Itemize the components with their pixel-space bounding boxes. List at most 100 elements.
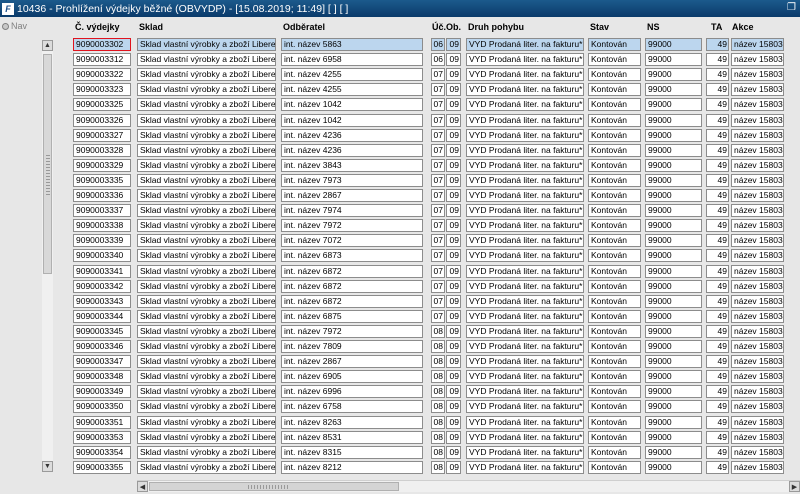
cell-ta[interactable]: 49 [706, 294, 729, 308]
cell-uc[interactable]: 07 [431, 128, 445, 142]
cell-ta[interactable]: 49 [706, 128, 729, 142]
cell-vydejka[interactable]: 9090003329 [73, 158, 131, 172]
cell-druh[interactable]: VYD Prodaná liter. na fakturu* [466, 415, 584, 429]
cell-vydejka[interactable]: 9090003349 [73, 385, 131, 399]
cell-ta[interactable]: 49 [706, 279, 729, 293]
cell-ob[interactable]: 09 [446, 83, 461, 97]
cell-ob[interactable]: 09 [446, 340, 461, 353]
cell-sklad[interactable]: Sklad vlastní výrobky a zboží Liberec [137, 324, 276, 338]
cell-ns[interactable]: 99000 [645, 83, 702, 97]
cell-sklad[interactable]: Sklad vlastní výrobky a zboží Liberec [137, 219, 276, 233]
cell-stav[interactable]: Kontován [588, 340, 641, 353]
cell-odberatel[interactable]: int. název 4255 [281, 83, 423, 97]
cell-uc[interactable]: 07 [431, 113, 445, 127]
table-row[interactable]: 9090003340 Sklad vlastní výrobky a zboží … [0, 249, 800, 263]
cell-ob[interactable]: 09 [446, 143, 461, 157]
table-row[interactable]: 9090003346 Sklad vlastní výrobky a zboží … [0, 340, 800, 353]
cell-ns[interactable]: 99000 [645, 355, 702, 369]
cell-akce[interactable]: název 15803 [731, 309, 784, 323]
cell-stav[interactable]: Kontován [588, 83, 641, 97]
cell-sklad[interactable]: Sklad vlastní výrobky a zboží Liberec [137, 98, 276, 112]
cell-druh[interactable]: VYD Prodaná liter. na fakturu* [466, 355, 584, 369]
cell-ns[interactable]: 99000 [645, 173, 702, 187]
cell-ob[interactable]: 09 [446, 68, 461, 82]
cell-stav[interactable]: Kontován [588, 385, 641, 399]
header-druh[interactable]: Druh pohybu [468, 22, 524, 32]
table-row[interactable]: 9090003337 Sklad vlastní výrobky a zboží … [0, 204, 800, 218]
cell-ta[interactable]: 49 [706, 143, 729, 157]
cell-druh[interactable]: VYD Prodaná liter. na fakturu* [466, 113, 584, 127]
cell-uc[interactable]: 07 [431, 143, 445, 157]
cell-akce[interactable]: název 15803 [731, 173, 784, 187]
cell-odberatel[interactable]: int. název 8212 [281, 460, 423, 474]
cell-stav[interactable]: Kontován [588, 234, 641, 248]
cell-odberatel[interactable]: int. název 8531 [281, 430, 423, 444]
cell-stav[interactable]: Kontován [588, 460, 641, 474]
cell-vydejka[interactable]: 9090003345 [73, 324, 131, 338]
cell-ns[interactable]: 99000 [645, 264, 702, 278]
cell-vydejka[interactable]: 9090003342 [73, 279, 131, 293]
cell-akce[interactable]: název 15803 [731, 400, 784, 414]
cell-sklad[interactable]: Sklad vlastní výrobky a zboží Liberec [137, 445, 276, 459]
scroll-right-icon[interactable]: ▶ [789, 481, 800, 492]
cell-druh[interactable]: VYD Prodaná liter. na fakturu* [466, 370, 584, 384]
table-row[interactable]: 9090003347 Sklad vlastní výrobky a zboží … [0, 355, 800, 369]
cell-ns[interactable]: 99000 [645, 385, 702, 399]
cell-stav[interactable]: Kontován [588, 324, 641, 338]
cell-ta[interactable]: 49 [706, 249, 729, 263]
cell-ta[interactable]: 49 [706, 415, 729, 429]
cell-ta[interactable]: 49 [706, 355, 729, 369]
cell-ta[interactable]: 49 [706, 38, 729, 51]
cell-stav[interactable]: Kontován [588, 113, 641, 127]
cell-ob[interactable]: 09 [446, 460, 461, 474]
cell-ob[interactable]: 09 [446, 430, 461, 444]
cell-ns[interactable]: 99000 [645, 158, 702, 172]
cell-ob[interactable]: 09 [446, 249, 461, 263]
cell-ta[interactable]: 49 [706, 98, 729, 112]
cell-akce[interactable]: název 15803 [731, 234, 784, 248]
cell-ob[interactable]: 09 [446, 309, 461, 323]
cell-odberatel[interactable]: int. název 5863 [281, 38, 423, 51]
header-vydejka[interactable]: Č. výdejky [75, 22, 120, 32]
table-row[interactable]: 9090003327 Sklad vlastní výrobky a zboží … [0, 128, 800, 142]
cell-vydejka[interactable]: 9090003337 [73, 204, 131, 218]
cell-druh[interactable]: VYD Prodaná liter. na fakturu* [466, 204, 584, 218]
cell-sklad[interactable]: Sklad vlastní výrobky a zboží Liberec [137, 415, 276, 429]
cell-uc[interactable]: 08 [431, 445, 445, 459]
cell-akce[interactable]: název 15803 [731, 294, 784, 308]
cell-sklad[interactable]: Sklad vlastní výrobky a zboží Liberec [137, 309, 276, 323]
cell-odberatel[interactable]: int. název 7974 [281, 204, 423, 218]
cell-sklad[interactable]: Sklad vlastní výrobky a zboží Liberec [137, 53, 276, 67]
cell-akce[interactable]: název 15803 [731, 98, 784, 112]
cell-uc[interactable]: 07 [431, 234, 445, 248]
cell-akce[interactable]: název 15803 [731, 355, 784, 369]
restore-window-icon[interactable]: ❐ [787, 2, 796, 13]
cell-stav[interactable]: Kontován [588, 309, 641, 323]
table-row[interactable]: 9090003351 Sklad vlastní výrobky a zboží … [0, 415, 800, 429]
cell-sklad[interactable]: Sklad vlastní výrobky a zboží Liberec [137, 158, 276, 172]
cell-ta[interactable]: 49 [706, 53, 729, 67]
cell-vydejka[interactable]: 9090003326 [73, 113, 131, 127]
cell-akce[interactable]: název 15803 [731, 340, 784, 353]
cell-stav[interactable]: Kontován [588, 189, 641, 202]
cell-vydejka[interactable]: 9090003346 [73, 340, 131, 353]
cell-odberatel[interactable]: int. název 7809 [281, 340, 423, 353]
cell-akce[interactable]: název 15803 [731, 219, 784, 233]
cell-uc[interactable]: 07 [431, 173, 445, 187]
cell-odberatel[interactable]: int. název 6875 [281, 309, 423, 323]
cell-uc[interactable]: 08 [431, 460, 445, 474]
table-row[interactable]: 9090003325 Sklad vlastní výrobky a zboží … [0, 98, 800, 112]
cell-ob[interactable]: 09 [446, 370, 461, 384]
cell-druh[interactable]: VYD Prodaná liter. na fakturu* [466, 460, 584, 474]
cell-ob[interactable]: 09 [446, 415, 461, 429]
cell-vydejka[interactable]: 9090003343 [73, 294, 131, 308]
cell-druh[interactable]: VYD Prodaná liter. na fakturu* [466, 38, 584, 51]
cell-ob[interactable]: 09 [446, 98, 461, 112]
cell-uc[interactable]: 07 [431, 204, 445, 218]
table-row[interactable]: 9090003355 Sklad vlastní výrobky a zboží … [0, 460, 800, 474]
cell-vydejka[interactable]: 9090003336 [73, 189, 131, 202]
cell-akce[interactable]: název 15803 [731, 53, 784, 67]
cell-druh[interactable]: VYD Prodaná liter. na fakturu* [466, 128, 584, 142]
cell-ns[interactable]: 99000 [645, 460, 702, 474]
cell-sklad[interactable]: Sklad vlastní výrobky a zboží Liberec [137, 385, 276, 399]
